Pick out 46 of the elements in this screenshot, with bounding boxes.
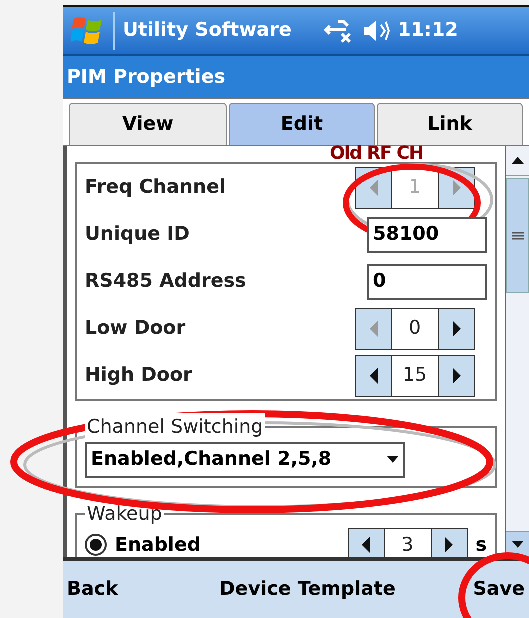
field-label: Low Door (85, 316, 186, 342)
dropdown-caret-icon (387, 456, 399, 464)
field-label: High Door (85, 363, 192, 388)
right-arrow-icon (452, 320, 462, 336)
unit-label: s (476, 532, 487, 557)
app-title: Utility Software (123, 18, 292, 44)
decrement-button[interactable] (356, 356, 392, 396)
up-arrow-icon (512, 157, 524, 164)
left-arrow-icon (368, 320, 378, 336)
spinner-value: 0 (408, 316, 422, 342)
windows-logo-icon[interactable] (71, 14, 105, 46)
connectivity-icon[interactable] (324, 18, 354, 44)
speaker-icon[interactable] (362, 18, 390, 42)
group-legend: Channel Switching (85, 413, 266, 442)
channel-dropdown[interactable]: Enabled,Channel 2,5,8 (85, 442, 405, 478)
annotation-text: Old RF CH (330, 142, 424, 166)
right-arrow-icon (452, 180, 462, 196)
increment-button[interactable] (438, 356, 474, 396)
group-legend: Wakeup (85, 500, 164, 528)
left-arrow-icon (361, 537, 372, 553)
left-arrow-icon (368, 180, 378, 196)
field-label: Freq Channel (85, 175, 226, 200)
decrement-button[interactable] (348, 529, 385, 557)
field-label: RS485 Address (85, 269, 246, 294)
tab[interactable]: Link (377, 103, 523, 145)
right-arrow-icon (444, 537, 454, 553)
back-button[interactable]: Back (67, 575, 118, 604)
increment-button[interactable] (438, 308, 474, 348)
tab[interactable]: Edit (229, 103, 375, 145)
field-label: Unique ID (85, 222, 190, 248)
decrement-button[interactable] (356, 308, 392, 348)
spinner-value: 15 (402, 363, 428, 388)
grip-icon (512, 232, 524, 240)
window-title: PIM Properties (67, 64, 226, 90)
spinner-value: 1 (408, 175, 422, 200)
left-arrow-icon (368, 368, 378, 384)
right-arrow-icon (452, 368, 462, 384)
input-field[interactable]: 58100 (367, 216, 487, 252)
clock-time[interactable]: 11:12 (398, 16, 458, 45)
device-template-button[interactable]: Device Template (220, 575, 396, 604)
scrollbar[interactable] (505, 146, 529, 557)
increment-button[interactable] (430, 529, 467, 557)
input-field[interactable]: 0 (367, 264, 487, 300)
spinner-value: 3 (400, 532, 415, 557)
tab[interactable]: View (69, 103, 227, 145)
down-arrow-icon (512, 541, 524, 548)
